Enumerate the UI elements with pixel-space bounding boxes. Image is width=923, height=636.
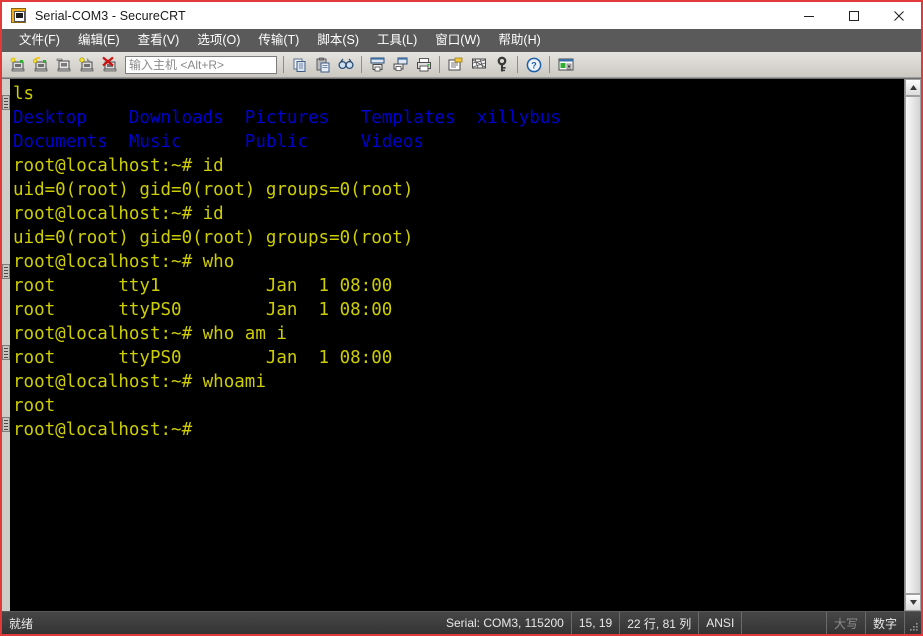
terminal-line: root tty1 Jan 1 08:00 [13, 276, 393, 296]
toolbar-separator-1 [283, 56, 284, 73]
host-input-placeholder: 输入主机 <Alt+R> [129, 58, 225, 72]
toolbar: 输入主机 <Alt+R> ? [2, 52, 921, 78]
toolbar-separator-2 [361, 56, 362, 73]
copy-icon[interactable] [288, 54, 311, 76]
status-caps-lock: 大写 [827, 612, 866, 634]
status-spacer [742, 612, 827, 634]
terminal-line: uid=0(root) gid=0(root) groups=0(root) [13, 180, 414, 200]
menu-help[interactable]: 帮助(H) [489, 30, 549, 51]
key-icon[interactable] [490, 54, 513, 76]
new-session-icon[interactable] [6, 54, 29, 76]
status-ready: 就绪 [9, 616, 34, 631]
menu-bar: 文件(F) 编辑(E) 查看(V) 选项(O) 传输(T) 脚本(S) 工具(L… [2, 29, 921, 52]
terminal-line: root@localhost:~# who [13, 252, 235, 272]
terminal-scrollbar[interactable] [904, 79, 921, 611]
securecrt-window: Serial-COM3 - SecureCRT 文件(F) 编辑(E) 查看(V… [0, 0, 923, 636]
help-icon[interactable]: ? [522, 54, 545, 76]
scrollbar-track[interactable] [905, 96, 921, 594]
maximize-button[interactable] [831, 2, 876, 29]
disconnect-icon[interactable] [98, 54, 121, 76]
toolbar-separator-5 [549, 56, 550, 73]
status-emulation: ANSI [699, 612, 743, 634]
window-controls [786, 2, 921, 29]
minimize-button[interactable] [786, 2, 831, 29]
connect-local-shell-icon[interactable] [52, 54, 75, 76]
toolbar-separator-3 [439, 56, 440, 73]
session-tab-handle-2[interactable] [2, 264, 10, 279]
menu-edit[interactable]: 编辑(E) [69, 30, 129, 51]
host-input[interactable]: 输入主机 <Alt+R> [125, 55, 277, 74]
print-selection-icon[interactable] [389, 54, 412, 76]
terminal-line: root ttyPS0 Jan 1 08:00 [13, 348, 393, 368]
session-tab-handle-3[interactable] [2, 345, 10, 360]
print-screen-icon[interactable] [366, 54, 389, 76]
toolbar-separator-4 [517, 56, 518, 73]
securecrt-app-icon [11, 7, 27, 24]
terminal-line: root@localhost:~# id [13, 204, 224, 224]
status-connection: Serial: COM3, 115200 [439, 612, 572, 634]
paste-icon[interactable] [311, 54, 334, 76]
print-icon[interactable] [412, 54, 435, 76]
connect-sftp-icon[interactable] [75, 54, 98, 76]
status-bar: 就绪 Serial: COM3, 115200 15, 19 22 行, 81 … [2, 611, 921, 634]
terminal-line: root [13, 396, 56, 416]
terminal-line: root@localhost:~# whoami [13, 372, 266, 392]
terminal-line: Desktop Downloads Pictures Templates xil… [13, 108, 561, 128]
title-bar: Serial-COM3 - SecureCRT [2, 2, 921, 29]
terminal-line: uid=0(root) gid=0(root) groups=0(root) [13, 228, 414, 248]
status-screen-size: 22 行, 81 列 [620, 612, 700, 634]
menu-transfer[interactable]: 传输(T) [249, 30, 308, 51]
terminal-screen[interactable]: ls Desktop Downloads Pictures Templates … [11, 79, 904, 611]
menu-window[interactable]: 窗口(W) [426, 30, 489, 51]
scrollbar-thumb[interactable] [905, 96, 921, 594]
session-tab-handle-1[interactable] [2, 95, 10, 110]
terminal-line: root@localhost:~# id [13, 156, 224, 176]
resize-grip[interactable] [905, 612, 921, 634]
menu-view[interactable]: 查看(V) [129, 30, 189, 51]
log-session-icon[interactable] [444, 54, 467, 76]
menu-tools[interactable]: 工具(L) [368, 30, 426, 51]
status-num-lock: 数字 [866, 612, 905, 634]
terminal-line: root ttyPS0 Jan 1 08:00 [13, 300, 393, 320]
menu-script[interactable]: 脚本(S) [308, 30, 368, 51]
svg-text:?: ? [531, 60, 537, 70]
scroll-down-button[interactable] [905, 594, 921, 611]
session-options-icon[interactable] [554, 54, 577, 76]
menu-file[interactable]: 文件(F) [10, 30, 69, 51]
terminal-line: Documents Music Public Videos [13, 132, 424, 152]
session-tab-rail [2, 79, 11, 611]
scroll-up-button[interactable] [905, 79, 921, 96]
terminal-line: ls [13, 84, 35, 104]
clear-screen-icon[interactable] [467, 54, 490, 76]
terminal-line: root@localhost:~# [13, 420, 193, 440]
close-button[interactable] [876, 2, 921, 29]
status-cursor-position: 15, 19 [572, 612, 621, 634]
session-tab-handle-4[interactable] [2, 417, 10, 432]
terminal-line: root@localhost:~# who am i [13, 324, 287, 344]
connect-icon[interactable] [29, 54, 52, 76]
find-icon[interactable] [334, 54, 357, 76]
window-title: Serial-COM3 - SecureCRT [35, 8, 186, 23]
menu-options[interactable]: 选项(O) [188, 30, 249, 51]
terminal-region: ls Desktop Downloads Pictures Templates … [2, 78, 921, 611]
